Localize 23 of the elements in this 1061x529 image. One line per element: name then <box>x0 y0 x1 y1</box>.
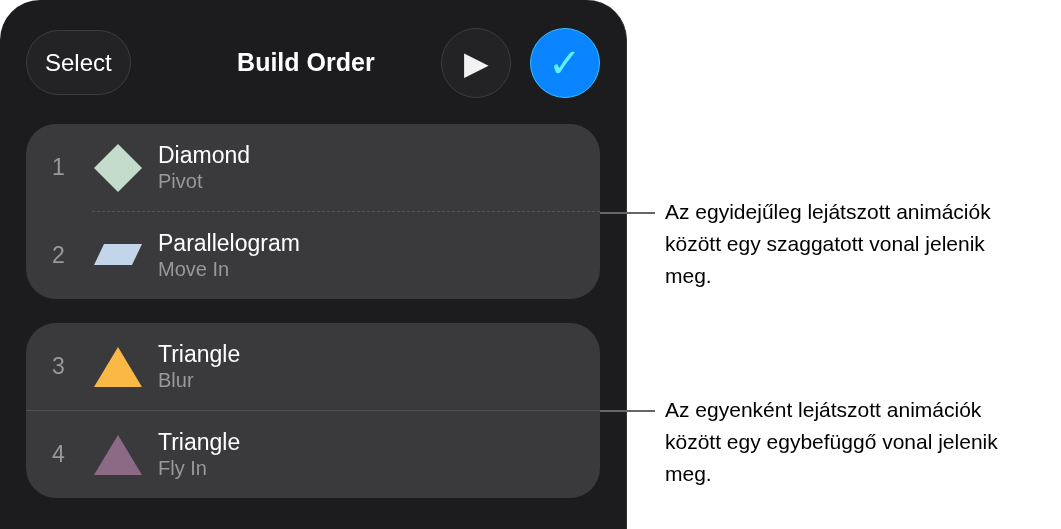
title: Build Order <box>236 46 376 78</box>
effect-name: Blur <box>158 368 195 394</box>
callout-text: Az egyidejűleg lejátszott animációk között egy szaggatott vonal jelenik meg. <box>665 199 992 289</box>
animation-row[interactable]: 3 Triangle Blur <box>26 323 600 410</box>
effect-name: Pivot <box>158 169 204 195</box>
row-number: 3 <box>52 352 66 382</box>
animation-row[interactable]: 1 Diamond Pivot <box>26 124 600 211</box>
leader-line <box>600 410 655 412</box>
object-name: Triangle <box>158 339 241 369</box>
leader-line <box>600 212 655 214</box>
animation-row[interactable]: 4 Triangle Fly In <box>26 411 600 498</box>
row-number: 1 <box>52 153 66 183</box>
effect-name: Move In <box>158 257 231 283</box>
callout-text: Az egyenként lejátszott animációk között egy egybefüggő vonal jelenik meg. <box>665 397 999 487</box>
object-name: Triangle <box>158 427 241 457</box>
animation-row[interactable]: 2 Parallelogram Move In <box>26 212 600 299</box>
object-name: Parallelogram <box>158 228 300 258</box>
row-number: 4 <box>52 440 66 470</box>
row-number: 2 <box>52 241 66 271</box>
play-button[interactable]: ▶ <box>441 27 511 98</box>
select-button[interactable]: Select <box>26 30 131 95</box>
effect-name: Fly In <box>158 456 208 482</box>
object-name: Diamond <box>158 140 251 170</box>
